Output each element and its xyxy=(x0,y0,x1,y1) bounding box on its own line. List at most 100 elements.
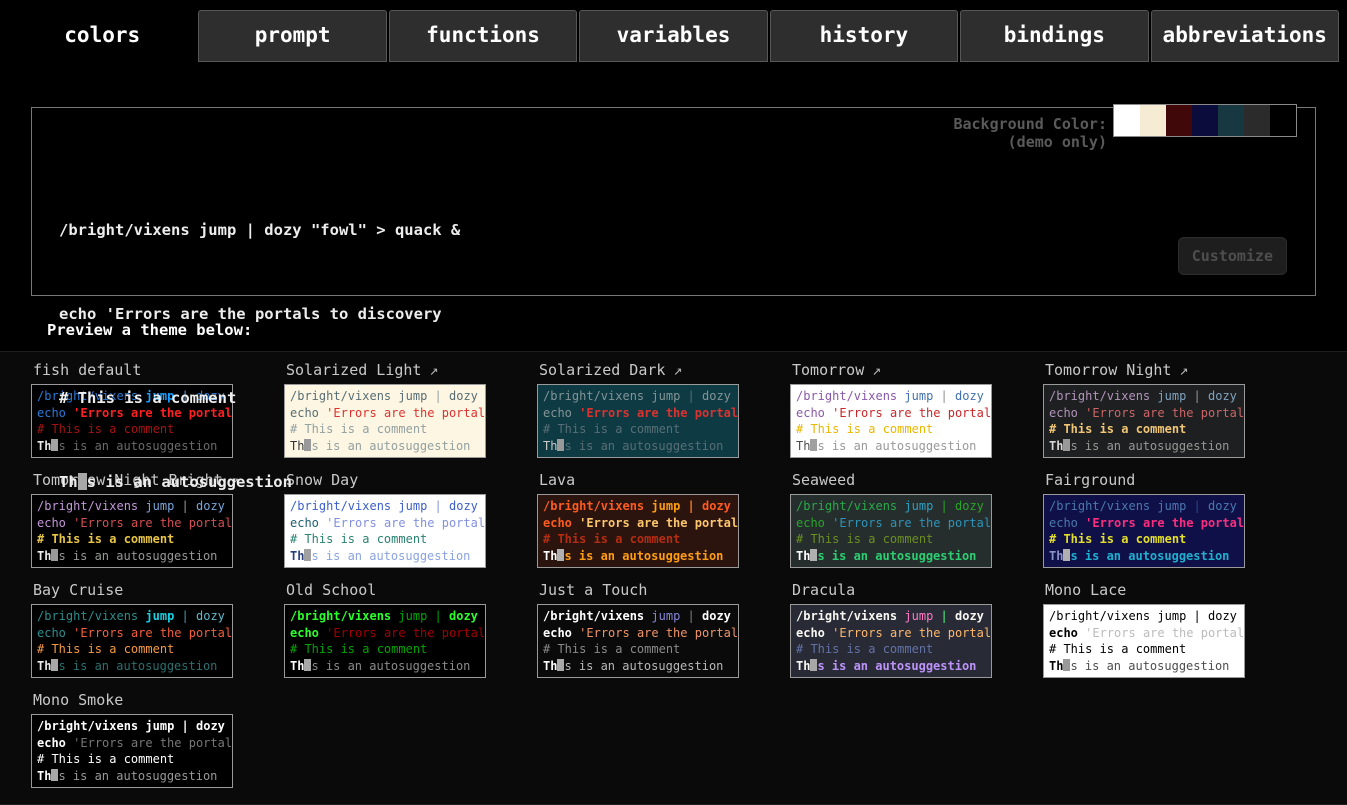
bg-swatch-teal[interactable] xyxy=(1218,105,1244,136)
theme-line-autosuggestion: Ths is an autosuggestion xyxy=(290,658,480,675)
theme-line-string: echo 'Errors are the portals xyxy=(796,405,986,422)
tab-bar: colors prompt functions variables histor… xyxy=(0,0,1347,62)
background-color-label-line2: (demo only) xyxy=(953,133,1107,151)
theme-line-command: /bright/vixens jump | dozy " xyxy=(543,388,733,405)
theme-line-command: /bright/vixens jump | dozy " xyxy=(796,388,986,405)
theme-card-old-school[interactable]: Old School /bright/vixens jump | dozy " … xyxy=(284,581,486,678)
theme-line-comment: # This is a comment xyxy=(543,421,733,438)
theme-line-command: /bright/vixens jump | dozy " xyxy=(1049,388,1239,405)
theme-line-autosuggestion: Ths is an autosuggestion xyxy=(543,438,733,455)
theme-card-solarized-dark[interactable]: Solarized Dark↗ /bright/vixens jump | do… xyxy=(537,361,739,458)
theme-title: Mono Lace xyxy=(1045,581,1245,599)
theme-card-mono-smoke[interactable]: Mono Smoke /bright/vixens jump | dozy " … xyxy=(31,691,233,788)
theme-title: Dracula xyxy=(792,581,992,599)
theme-line-comment: # This is a comment xyxy=(796,531,986,548)
preview-line-autosuggestion: Ths is an autosuggestion xyxy=(59,468,460,496)
tab-history[interactable]: history xyxy=(770,10,958,62)
theme-card-mono-lace[interactable]: Mono Lace /bright/vixens jump | dozy " e… xyxy=(1043,581,1245,678)
theme-line-string: echo 'Errors are the portals xyxy=(37,625,227,642)
theme-preview-box: /bright/vixens jump | dozy " echo 'Error… xyxy=(790,494,992,568)
theme-card-lava[interactable]: Lava /bright/vixens jump | dozy " echo '… xyxy=(537,471,739,568)
bg-swatch-cream[interactable] xyxy=(1140,105,1166,136)
theme-line-command: /bright/vixens jump | dozy " xyxy=(543,608,733,625)
theme-line-string: echo 'Errors are the portals xyxy=(37,735,227,752)
theme-line-string: echo 'Errors are the portals xyxy=(796,625,986,642)
bg-swatch-white[interactable] xyxy=(1114,105,1140,136)
background-color-swatches xyxy=(1113,104,1297,137)
theme-title: Lava xyxy=(539,471,739,489)
theme-preview-box: /bright/vixens jump | dozy " echo 'Error… xyxy=(1043,494,1245,568)
theme-card-just-a-touch[interactable]: Just a Touch /bright/vixens jump | dozy … xyxy=(537,581,739,678)
theme-line-comment: # This is a comment xyxy=(1049,641,1239,658)
theme-preview-box: /bright/vixens jump | dozy " echo 'Error… xyxy=(790,384,992,458)
theme-line-string: echo 'Errors are the portals xyxy=(290,625,480,642)
customize-button[interactable]: Customize xyxy=(1178,237,1287,275)
theme-title: Just a Touch xyxy=(539,581,739,599)
theme-card-dracula[interactable]: Dracula /bright/vixens jump | dozy " ech… xyxy=(790,581,992,678)
theme-line-comment: # This is a comment xyxy=(796,421,986,438)
background-color-label-line1: Background Color: xyxy=(953,115,1107,133)
background-color-label: Background Color: (demo only) xyxy=(953,115,1107,151)
bg-swatch-navy[interactable] xyxy=(1192,105,1218,136)
tab-prompt[interactable]: prompt xyxy=(198,10,386,62)
theme-line-comment: # This is a comment xyxy=(543,641,733,658)
theme-line-command: /bright/vixens jump | dozy " xyxy=(796,608,986,625)
theme-title: Tomorrow Night↗ xyxy=(1045,361,1245,379)
theme-title: Tomorrow↗ xyxy=(792,361,992,379)
block-cursor xyxy=(78,473,87,490)
theme-card-tomorrow[interactable]: Tomorrow↗ /bright/vixens jump | dozy " e… xyxy=(790,361,992,458)
theme-line-command: /bright/vixens jump | dozy " xyxy=(1049,498,1239,515)
theme-line-autosuggestion: Ths is an autosuggestion xyxy=(796,438,986,455)
preview-line-comment: # This is a comment xyxy=(59,384,460,412)
theme-title: Old School xyxy=(286,581,486,599)
theme-card-tomorrow-night[interactable]: Tomorrow Night↗ /bright/vixens jump | do… xyxy=(1043,361,1245,458)
external-link-icon[interactable]: ↗ xyxy=(872,361,881,379)
theme-line-comment: # This is a comment xyxy=(1049,531,1239,548)
tab-bindings[interactable]: bindings xyxy=(960,10,1148,62)
theme-line-string: echo 'Errors are the portals xyxy=(796,515,986,532)
theme-preview-box: /bright/vixens jump | dozy " echo 'Error… xyxy=(284,604,486,678)
theme-line-autosuggestion: Ths is an autosuggestion xyxy=(37,768,227,785)
theme-preview-box: /bright/vixens jump | dozy " echo 'Error… xyxy=(537,494,739,568)
theme-line-string: echo 'Errors are the portals xyxy=(1049,625,1239,642)
theme-title: Fairground xyxy=(1045,471,1245,489)
external-link-icon[interactable]: ↗ xyxy=(1179,361,1188,379)
theme-title: Mono Smoke xyxy=(33,691,233,709)
preview-line-string: echo 'Errors are the portals to discover… xyxy=(59,300,460,328)
theme-card-seaweed[interactable]: Seaweed /bright/vixens jump | dozy " ech… xyxy=(790,471,992,568)
bg-swatch-black[interactable] xyxy=(1270,105,1296,136)
external-link-icon[interactable]: ↗ xyxy=(673,361,682,379)
theme-line-string: echo 'Errors are the portals xyxy=(543,625,733,642)
theme-line-string: echo 'Errors are the portals xyxy=(1049,405,1239,422)
theme-title: Bay Cruise xyxy=(33,581,233,599)
theme-title: Solarized Dark↗ xyxy=(539,361,739,379)
tab-variables[interactable]: variables xyxy=(579,10,767,62)
theme-line-command: /bright/vixens jump | dozy " xyxy=(37,608,227,625)
tab-abbreviations[interactable]: abbreviations xyxy=(1151,10,1339,62)
theme-preview-box: /bright/vixens jump | dozy " echo 'Error… xyxy=(1043,604,1245,678)
tab-functions[interactable]: functions xyxy=(389,10,577,62)
theme-line-string: echo 'Errors are the portals xyxy=(1049,515,1239,532)
theme-line-comment: # This is a comment xyxy=(290,641,480,658)
theme-line-autosuggestion: Ths is an autosuggestion xyxy=(1049,658,1239,675)
theme-preview-box: /bright/vixens jump | dozy " echo 'Error… xyxy=(790,604,992,678)
theme-preview-box: /bright/vixens jump | dozy " echo 'Error… xyxy=(537,604,739,678)
theme-line-string: echo 'Errors are the portals xyxy=(543,405,733,422)
theme-preview-box: /bright/vixens jump | dozy " echo 'Error… xyxy=(31,604,233,678)
theme-preview-box: /bright/vixens jump | dozy " echo 'Error… xyxy=(31,714,233,788)
theme-line-autosuggestion: Ths is an autosuggestion xyxy=(796,658,986,675)
theme-line-command: /bright/vixens jump | dozy " xyxy=(796,498,986,515)
theme-line-comment: # This is a comment xyxy=(37,751,227,768)
theme-card-bay-cruise[interactable]: Bay Cruise /bright/vixens jump | dozy " … xyxy=(31,581,233,678)
theme-line-comment: # This is a comment xyxy=(543,531,733,548)
tab-colors[interactable]: colors xyxy=(8,10,196,62)
theme-title: Seaweed xyxy=(792,471,992,489)
terminal-preview-panel: Background Color: (demo only) /bright/vi… xyxy=(31,107,1316,296)
theme-line-autosuggestion: Ths is an autosuggestion xyxy=(543,658,733,675)
bg-swatch-dark-red[interactable] xyxy=(1166,105,1192,136)
bg-swatch-charcoal[interactable] xyxy=(1244,105,1270,136)
preview-text: /bright/vixens jump | dozy "fowl" > quac… xyxy=(59,160,460,552)
preview-line-command: /bright/vixens jump | dozy "fowl" > quac… xyxy=(59,216,460,244)
theme-preview-box: /bright/vixens jump | dozy " echo 'Error… xyxy=(1043,384,1245,458)
theme-card-fairground[interactable]: Fairground /bright/vixens jump | dozy " … xyxy=(1043,471,1245,568)
